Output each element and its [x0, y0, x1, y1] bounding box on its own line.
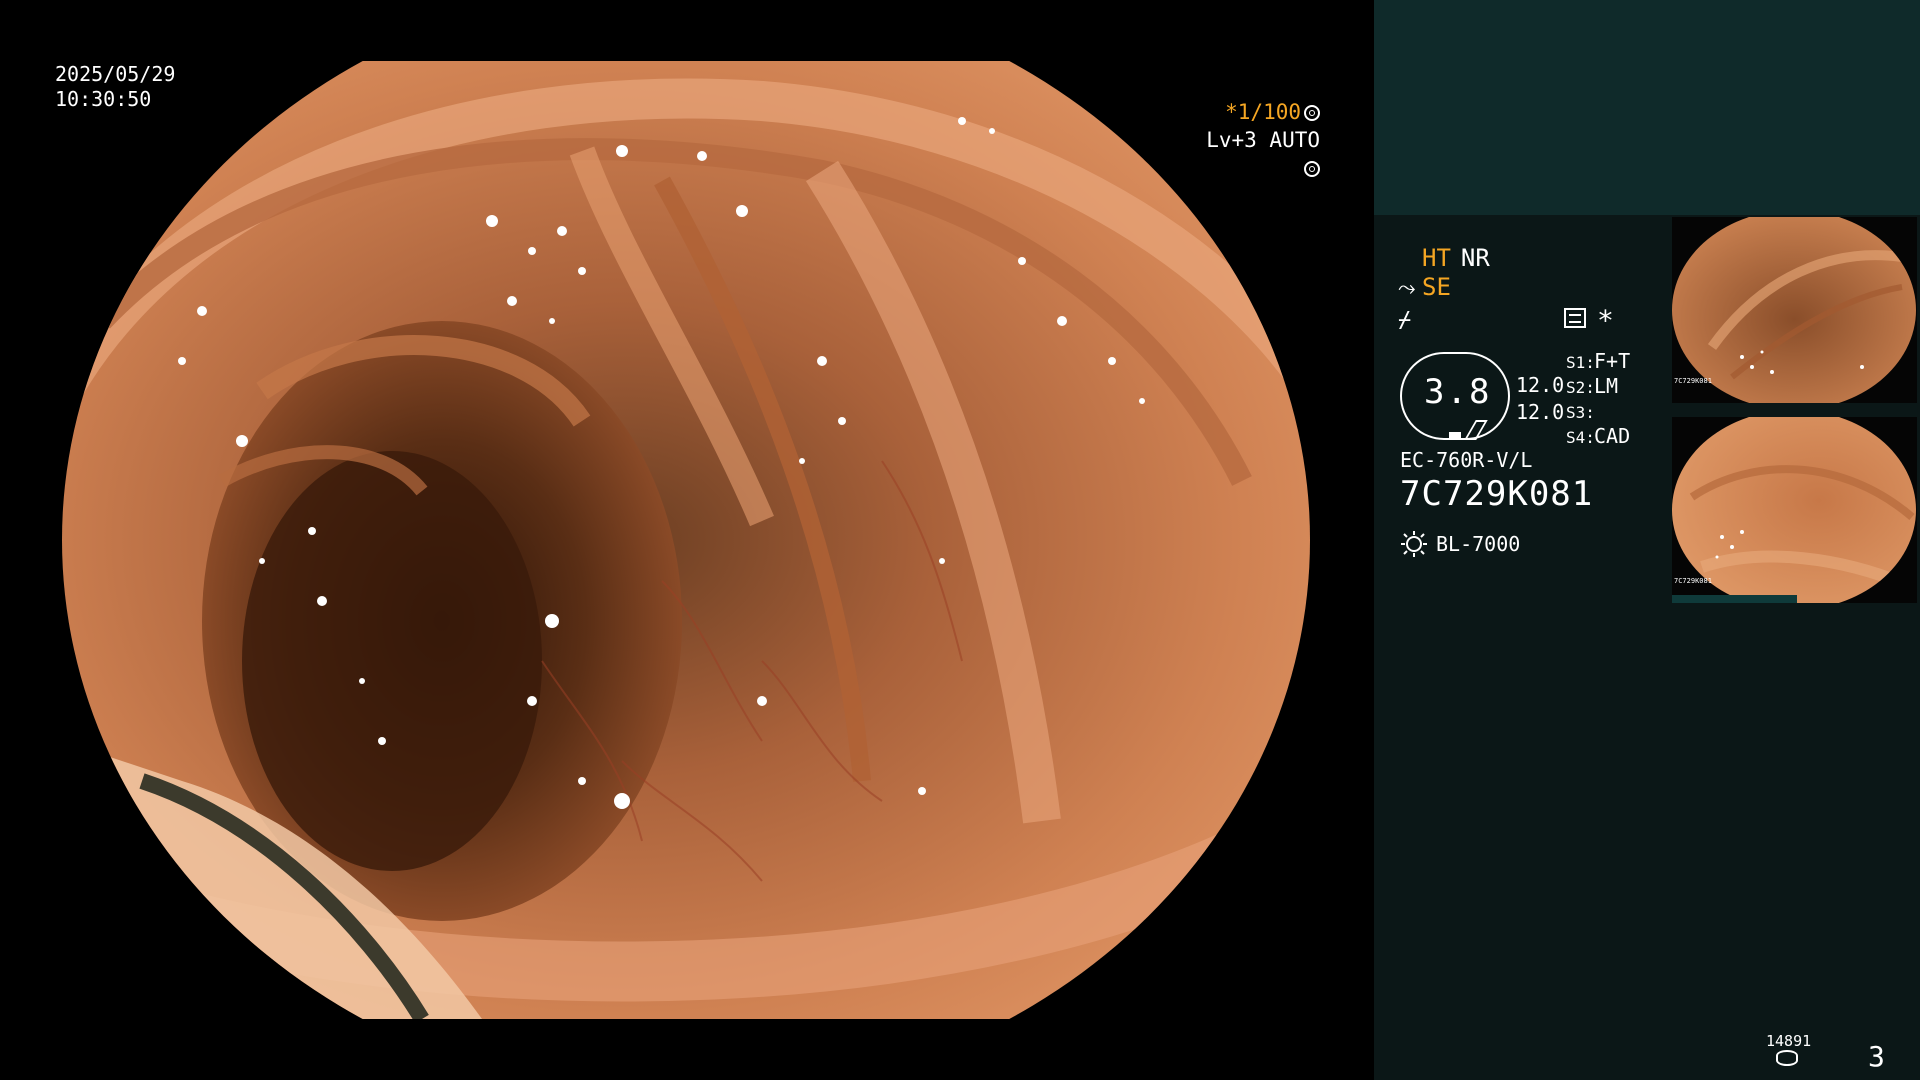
- light-source: BL-7000: [1436, 532, 1521, 556]
- datetime-readout: 2025/05/29 10:30:50: [55, 62, 175, 112]
- mode-ht: HT: [1422, 244, 1451, 272]
- slot-4-value: CAD: [1594, 424, 1631, 448]
- processing-modes: HT NR: [1422, 243, 1490, 273]
- zoom-value: 3.8: [1424, 372, 1492, 412]
- thumbnail-1-image: [1672, 217, 1916, 403]
- light-icon: [1400, 530, 1428, 558]
- exposure-mode: AUTO: [1269, 128, 1320, 152]
- level-a: 12.0: [1516, 373, 1565, 397]
- slot-2-label: S2:: [1566, 378, 1595, 397]
- scope-model: EC-760R-V/L: [1400, 448, 1533, 472]
- date-text: 2025/05/29: [55, 62, 176, 86]
- shutter-icon: [1304, 105, 1320, 121]
- mode-nr: NR: [1460, 244, 1490, 272]
- thumbnail-1-id: 7C729K081: [1674, 377, 1712, 385]
- status-row: ⤳ SE ⌿: [1398, 272, 1451, 336]
- slot-2-value: LM: [1594, 374, 1619, 398]
- endoscope-view: [62, 61, 1310, 1019]
- slot-1-value: F+T: [1594, 349, 1631, 373]
- disk-icon: [1776, 1050, 1798, 1066]
- zoom-mark: [1449, 432, 1461, 440]
- disk-count: 14891: [1766, 1032, 1812, 1050]
- shutter-prefix: *: [1225, 100, 1238, 124]
- slot-1-label: S1:: [1566, 353, 1595, 372]
- panel-header: [1374, 0, 1920, 215]
- scope-serial: 7C729K081: [1400, 474, 1594, 514]
- thumbnail-2-image: [1672, 417, 1916, 603]
- wave-icon: ⤳: [1398, 276, 1416, 301]
- level-b: 12.0: [1516, 400, 1565, 424]
- time-text: 10:30:50: [55, 87, 152, 111]
- thumbnail-2-id: 7C729K081: [1674, 577, 1712, 585]
- exposure-row: Lv+3 AUTO: [1195, 126, 1320, 182]
- thumbnail-2[interactable]: 7C729K081: [1672, 417, 1917, 603]
- slot-4-label: S4:: [1566, 428, 1595, 447]
- menu-icon: [1564, 308, 1586, 328]
- page-number: 3: [1868, 1040, 1885, 1073]
- thumbnail-1[interactable]: 7C729K081: [1672, 217, 1917, 403]
- mode-se: SE: [1422, 273, 1451, 301]
- shutter-row: *1/100: [1195, 98, 1320, 126]
- thumbnail-2-bar: [1672, 595, 1797, 603]
- brightness-level: Lv+3: [1206, 128, 1257, 152]
- slot-3-label: S3:: [1566, 403, 1595, 422]
- structure-icon: ⌿: [1398, 308, 1412, 333]
- auto-exposure-icon: [1304, 161, 1320, 177]
- shutter-speed: 1/100: [1237, 100, 1301, 124]
- asterisk-indicator: *: [1597, 304, 1614, 337]
- exposure-readout: *1/100 Lv+3 AUTO: [1195, 98, 1320, 182]
